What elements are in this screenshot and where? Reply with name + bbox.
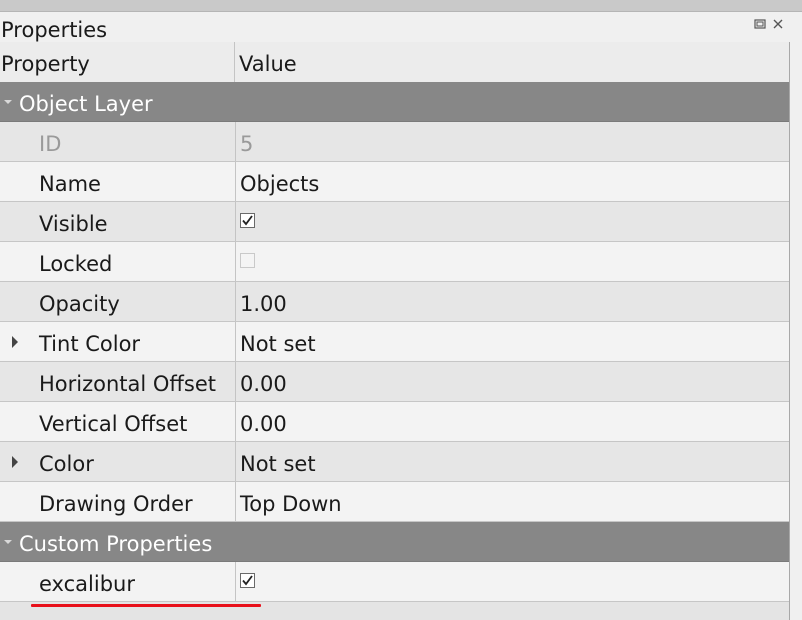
group-custom-properties[interactable]: Custom Properties	[0, 522, 789, 562]
properties-panel: Properties Property Value Object Layer I…	[0, 0, 802, 620]
group-label: Object Layer	[19, 92, 153, 116]
float-icon	[754, 19, 766, 29]
property-row-opacity[interactable]: Opacity 1.00	[0, 282, 789, 322]
property-label: Color	[39, 452, 94, 476]
checkmark-icon	[242, 575, 253, 586]
property-label: Horizontal Offset	[39, 372, 216, 396]
tint-color-value[interactable]: Not set	[240, 322, 316, 366]
property-label: excalibur	[39, 572, 135, 596]
collapse-arrow-icon[interactable]	[3, 98, 13, 106]
property-value: 5	[240, 132, 254, 156]
property-label: Name	[39, 172, 101, 196]
expand-arrow-icon[interactable]	[10, 455, 20, 469]
horizontal-offset-value[interactable]: 0.00	[240, 362, 287, 406]
property-label: ID	[39, 132, 62, 156]
drawing-order-value[interactable]: Top Down	[240, 482, 342, 526]
panel-title: Properties	[1, 18, 108, 42]
property-label: Locked	[39, 252, 113, 276]
title-bar	[0, 12, 802, 42]
excalibur-checkbox[interactable]	[240, 573, 255, 588]
property-row-visible[interactable]: Visible	[0, 202, 789, 242]
property-row-name[interactable]: Name Objects	[0, 162, 789, 202]
name-value[interactable]: Objects	[240, 162, 319, 206]
property-label: Vertical Offset	[39, 412, 188, 436]
property-label: Drawing Order	[39, 492, 193, 516]
checkmark-icon	[242, 215, 253, 226]
close-button[interactable]	[770, 16, 786, 32]
property-row-vertical-offset[interactable]: Vertical Offset 0.00	[0, 402, 789, 442]
property-label: Visible	[39, 212, 108, 236]
property-row-excalibur[interactable]: excalibur	[0, 562, 789, 602]
property-row-locked[interactable]: Locked	[0, 242, 789, 282]
property-label: Tint Color	[39, 332, 141, 356]
property-grid: Property Value Object Layer ID 5 Name Ob…	[0, 42, 790, 620]
group-object-layer[interactable]: Object Layer	[0, 82, 789, 122]
property-row-tint-color[interactable]: Tint Color Not set	[0, 322, 789, 362]
property-row-horizontal-offset[interactable]: Horizontal Offset 0.00	[0, 362, 789, 402]
color-value[interactable]: Not set	[240, 442, 316, 486]
vertical-offset-value[interactable]: 0.00	[240, 402, 287, 446]
header-property[interactable]: Property	[0, 42, 235, 82]
annotation-underline	[31, 604, 261, 607]
property-row-color[interactable]: Color Not set	[0, 442, 789, 482]
close-icon	[773, 19, 783, 29]
header-value[interactable]: Value	[236, 42, 297, 82]
grid-header: Property Value	[0, 42, 789, 83]
group-label: Custom Properties	[19, 532, 213, 556]
property-row-id: ID 5	[0, 122, 789, 162]
float-button[interactable]	[752, 16, 768, 32]
property-label: Opacity	[39, 292, 120, 316]
top-strip	[0, 0, 802, 12]
property-row-drawing-order[interactable]: Drawing Order Top Down	[0, 482, 789, 522]
opacity-value[interactable]: 1.00	[240, 282, 287, 326]
collapse-arrow-icon[interactable]	[3, 538, 13, 546]
expand-arrow-icon[interactable]	[10, 335, 20, 349]
visible-checkbox[interactable]	[240, 213, 255, 228]
locked-checkbox[interactable]	[240, 253, 255, 268]
